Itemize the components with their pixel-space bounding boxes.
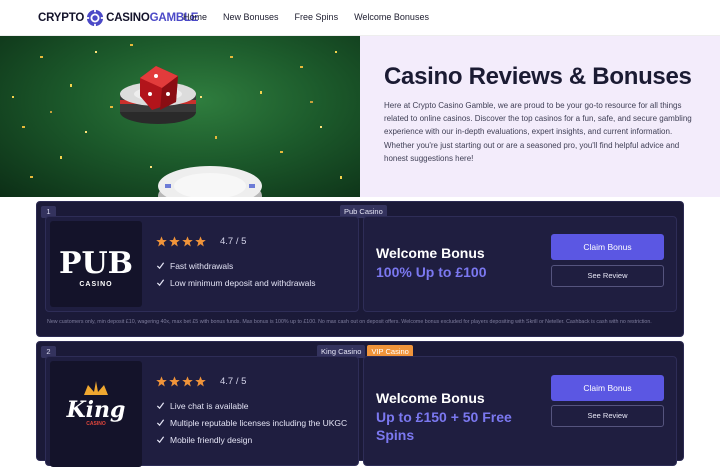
casino-info-panel: PUB CASINO 4.7 / 5 Fast withdrawals Low … (45, 216, 359, 312)
list-item: Mobile friendly design (156, 431, 347, 448)
rating-score: 4.7 / 5 (220, 236, 247, 247)
feature-list: Live chat is available Multiple reputabl… (156, 397, 347, 448)
logo-word: King (66, 397, 126, 423)
list-item: Low minimum deposit and withdrawals (156, 274, 316, 291)
nav-new-bonuses[interactable]: New Bonuses (223, 12, 279, 22)
list-item: Fast withdrawals (156, 257, 316, 274)
feature-text: Multiple reputable licenses including th… (170, 417, 348, 428)
claim-bonus-button[interactable]: Claim Bonus (551, 375, 664, 401)
star-icon (182, 236, 193, 247)
king-casino-logo-graphic: King CASINO (66, 381, 126, 427)
star-rating: 4.7 / 5 (156, 236, 246, 247)
hero-intro: Casino Reviews & Bonuses Here at Crypto … (360, 36, 720, 197)
logo-word: PUB (59, 246, 133, 281)
check-icon (156, 262, 165, 270)
bonus-value: Up to £150 + 50 Free Spins (376, 409, 512, 443)
rating-score: 4.7 / 5 (220, 376, 247, 387)
star-icon (169, 236, 180, 247)
casino-logo[interactable]: PUB CASINO (50, 221, 142, 307)
star-icon (169, 376, 180, 387)
claim-bonus-button[interactable]: Claim Bonus (551, 234, 664, 260)
see-review-button[interactable]: See Review (551, 265, 664, 287)
white-chip-front (158, 166, 262, 197)
casino-logo[interactable]: King CASINO (50, 361, 142, 467)
pub-casino-logo-graphic: PUB CASINO (59, 246, 133, 288)
star-icon (182, 376, 193, 387)
check-icon (156, 436, 165, 444)
logo-subword: CASINO (86, 421, 106, 427)
nav-free-spins[interactable]: Free Spins (295, 12, 339, 22)
logo-text-casino: CASINO (106, 12, 150, 24)
star-icon (156, 376, 167, 387)
bonus-value: 100% Up to £100 (376, 264, 487, 280)
star-rating: 4.7 / 5 (156, 376, 246, 387)
check-icon (156, 402, 165, 410)
hero-image (0, 36, 360, 197)
check-icon (156, 279, 165, 287)
intro-paragraph: Here at Crypto Casino Gamble, we are pro… (384, 101, 692, 163)
crown-icon (84, 381, 108, 395)
terms-text: New customers only, min deposit £10, wag… (47, 319, 652, 325)
star-icon (195, 376, 206, 387)
check-icon (156, 419, 165, 427)
page-title: Casino Reviews & Bonuses (384, 63, 692, 90)
star-icon (195, 236, 206, 247)
casino-card: 2 King Casino VIP Casino King CASINO 4.7… (36, 341, 684, 467)
bonus-title: Welcome Bonus (376, 245, 485, 261)
bonus-panel: Welcome Bonus 100% Up to £100 Claim Bonu… (363, 216, 677, 312)
feature-list: Fast withdrawals Low minimum deposit and… (156, 257, 316, 291)
main-nav: Home New Bonuses Free Spins Welcome Bonu… (183, 12, 429, 22)
nav-welcome-bonuses[interactable]: Welcome Bonuses (354, 12, 429, 22)
site-logo[interactable]: CRYPTO CASINO GAMBLE (38, 9, 198, 27)
casino-table-illustration (12, 44, 342, 197)
poker-chip-icon (86, 9, 104, 27)
list-item: Live chat is available (156, 397, 347, 414)
feature-text: Live chat is available (170, 400, 249, 411)
casino-card: 1 Pub Casino PUB CASINO 4.7 / 5 Fast wit… (36, 201, 684, 337)
logo-subword: CASINO (79, 281, 112, 288)
list-item: Multiple reputable licenses including th… (156, 414, 347, 431)
see-review-button[interactable]: See Review (551, 405, 664, 427)
feature-text: Mobile friendly design (170, 434, 253, 445)
bonus-title: Welcome Bonus (376, 390, 485, 406)
feature-text: Low minimum deposit and withdrawals (170, 277, 316, 288)
site-header: CRYPTO CASINO GAMBLE Home New Bonuses Fr… (0, 0, 720, 36)
star-icon (156, 236, 167, 247)
feature-text: Fast withdrawals (170, 260, 234, 271)
logo-text-crypto: CRYPTO (38, 12, 85, 24)
nav-home[interactable]: Home (183, 12, 207, 22)
